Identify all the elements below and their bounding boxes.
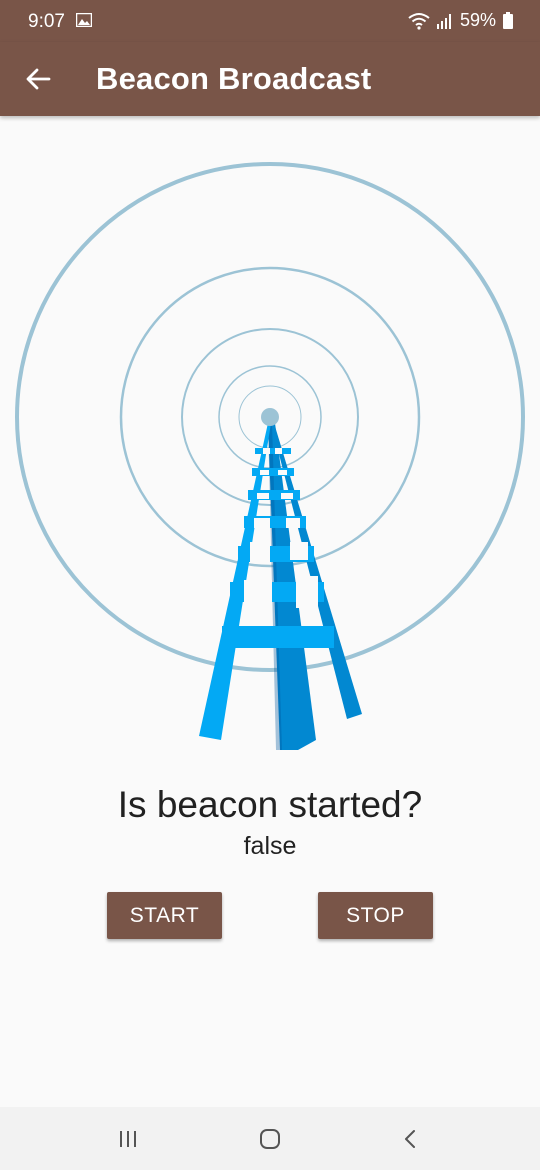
status-time: 9:07	[28, 11, 65, 32]
status-bar: 9:07 59%	[0, 0, 540, 42]
system-back-button[interactable]	[390, 1123, 430, 1155]
back-button[interactable]	[20, 61, 56, 97]
signal-icon	[436, 13, 451, 29]
tower	[199, 408, 362, 750]
status-icons: 59%	[408, 10, 514, 31]
home-button[interactable]	[250, 1123, 290, 1155]
wifi-icon	[408, 12, 430, 30]
battery-icon	[503, 11, 513, 29]
app-bar: Beacon Broadcast	[0, 42, 540, 116]
recents-button[interactable]	[108, 1123, 148, 1155]
beacon-tower-illustration	[15, 162, 525, 750]
beacon-status-value: false	[243, 832, 297, 860]
arrow-left-icon	[26, 68, 51, 90]
home-icon	[260, 1129, 280, 1149]
stop-button[interactable]: STOP	[318, 892, 433, 939]
page-title: Beacon Broadcast	[96, 61, 372, 96]
back-icon	[405, 1130, 415, 1148]
battery-percent: 59%	[459, 10, 496, 30]
beacon-question: Is beacon started?	[117, 784, 423, 825]
recents-icon	[120, 1131, 136, 1147]
gallery-icon	[76, 13, 92, 27]
start-button[interactable]: START	[107, 892, 222, 939]
navigation-bar	[0, 1107, 540, 1170]
